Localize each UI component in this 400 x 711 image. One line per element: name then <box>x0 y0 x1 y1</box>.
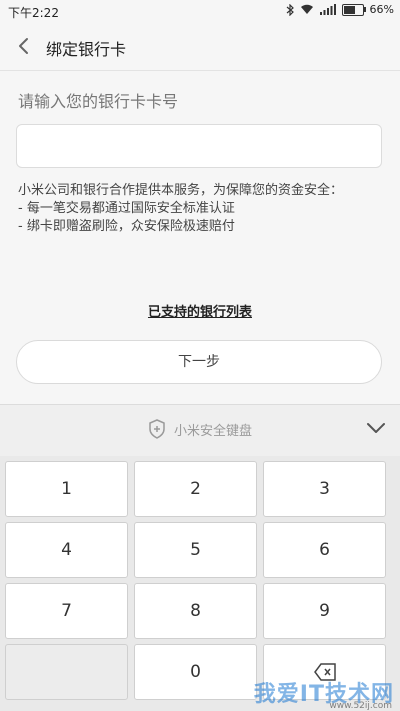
key-0[interactable]: 0 <box>134 644 257 700</box>
info-line: - 绑卡即赠盗刷险，众安保险极速赔付 <box>18 219 235 234</box>
key-blank <box>5 644 128 700</box>
bluetooth-icon <box>286 3 294 16</box>
shield-icon <box>149 419 165 439</box>
keyboard-header: 小米安全键盘 <box>0 404 400 456</box>
status-bar: 下午2:22 66% <box>0 0 400 22</box>
keyboard-title: 小米安全键盘 <box>173 423 252 439</box>
info-line: 小米公司和银行合作提供本服务，为保障您的资金安全： <box>18 183 344 198</box>
security-info: 小米公司和银行合作提供本服务，为保障您的资金安全： - 每一笔交易都通过国际安全… <box>18 182 343 236</box>
battery-percent: 66% <box>369 3 394 16</box>
key-4[interactable]: 4 <box>5 522 128 578</box>
key-7[interactable]: 7 <box>5 583 128 639</box>
status-time: 下午2:22 <box>8 6 59 20</box>
card-number-label: 请输入您的银行卡卡号 <box>18 92 179 111</box>
key-8[interactable]: 8 <box>134 583 257 639</box>
page-title: 绑定银行卡 <box>46 40 127 59</box>
battery-icon <box>341 3 366 16</box>
info-line: - 每一笔交易都通过国际安全标准认证 <box>18 201 235 216</box>
key-5[interactable]: 5 <box>134 522 257 578</box>
key-6[interactable]: 6 <box>263 522 386 578</box>
watermark-url: www.52ij.com <box>329 701 392 711</box>
supported-banks-link[interactable]: 已支持的银行列表 <box>148 305 252 320</box>
supported-banks-container: 已支持的银行列表 <box>0 301 400 320</box>
key-9[interactable]: 9 <box>263 583 386 639</box>
nav-bar: 绑定银行卡 <box>0 22 400 70</box>
keyboard-title-container: 小米安全键盘 <box>0 419 400 443</box>
chevron-left-icon[interactable] <box>12 34 36 58</box>
chevron-down-icon[interactable] <box>366 421 386 435</box>
status-icons: 66% <box>286 3 394 16</box>
wifi-icon <box>300 4 313 14</box>
numeric-keypad: 1 2 3 4 5 6 7 8 9 0 我爱IT技术网 www.52ij.com <box>0 456 400 711</box>
signal-icon <box>319 4 336 15</box>
next-step-button[interactable]: 下一步 <box>16 340 382 384</box>
card-number-input[interactable] <box>16 124 382 168</box>
key-2[interactable]: 2 <box>134 461 257 517</box>
key-3[interactable]: 3 <box>263 461 386 517</box>
header-divider <box>0 70 400 71</box>
key-1[interactable]: 1 <box>5 461 128 517</box>
